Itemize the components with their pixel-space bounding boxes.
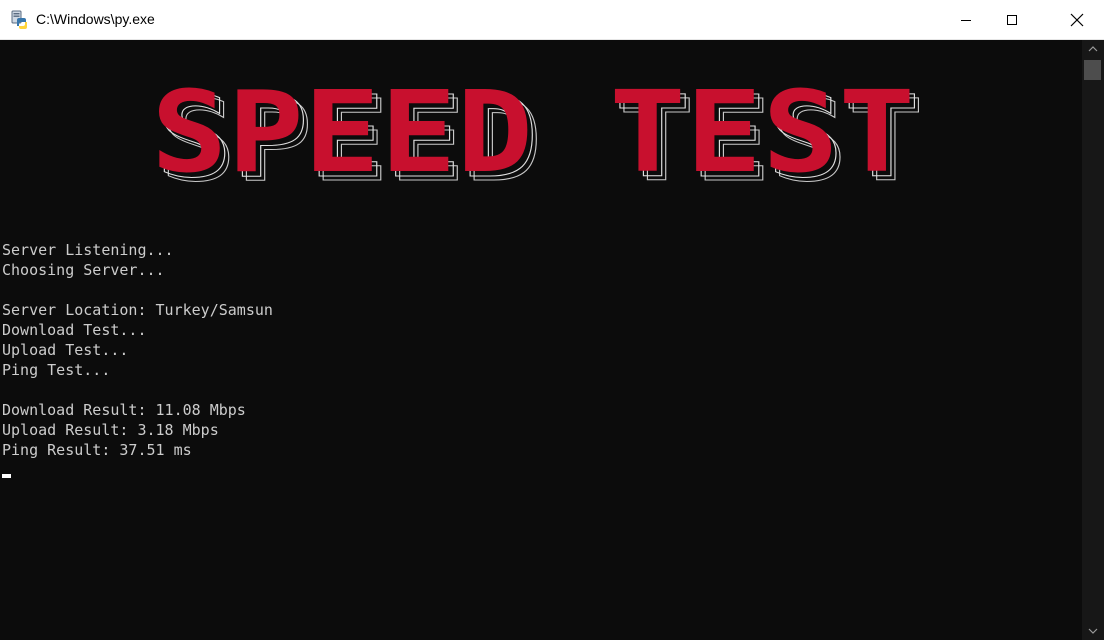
console-area[interactable]: SPEED TEST SPEED TEST SPEED TEST Server …: [0, 40, 1082, 640]
close-button[interactable]: [1050, 0, 1104, 39]
scroll-down-arrow-icon[interactable]: [1088, 628, 1098, 634]
text-cursor: [2, 474, 11, 478]
banner-text: SPEED TEST: [151, 78, 915, 193]
vertical-scrollbar[interactable]: [1082, 40, 1104, 640]
ascii-banner: SPEED TEST SPEED TEST SPEED TEST: [151, 78, 925, 193]
window-title: C:\Windows\py.exe: [36, 11, 155, 27]
console-line: Server Location: Turkey/Samsun: [2, 301, 273, 319]
console-line: Download Test...: [2, 321, 147, 339]
console-line: Ping Result: 37.51 ms: [2, 441, 192, 459]
scroll-thumb[interactable]: [1084, 60, 1101, 80]
python-launcher-icon: [10, 10, 30, 30]
maximize-button[interactable]: [989, 0, 1035, 39]
maximize-icon: [1007, 14, 1017, 25]
title-bar[interactable]: C:\Windows\py.exe: [0, 0, 1104, 40]
scroll-up-arrow-icon[interactable]: [1088, 46, 1098, 52]
console-line: Server Listening...: [2, 241, 174, 259]
minimize-icon: [961, 19, 971, 21]
minimize-button[interactable]: [943, 0, 989, 39]
console-line: Upload Test...: [2, 341, 129, 359]
console-line: Choosing Server...: [2, 261, 165, 279]
console-line: Upload Result: 3.18 Mbps: [2, 421, 219, 439]
console-output: Server Listening... Choosing Server... Ser…: [2, 240, 273, 460]
console-line: Ping Test...: [2, 361, 111, 379]
close-icon: [1070, 13, 1084, 26]
console-line: Download Result: 11.08 Mbps: [2, 401, 246, 419]
